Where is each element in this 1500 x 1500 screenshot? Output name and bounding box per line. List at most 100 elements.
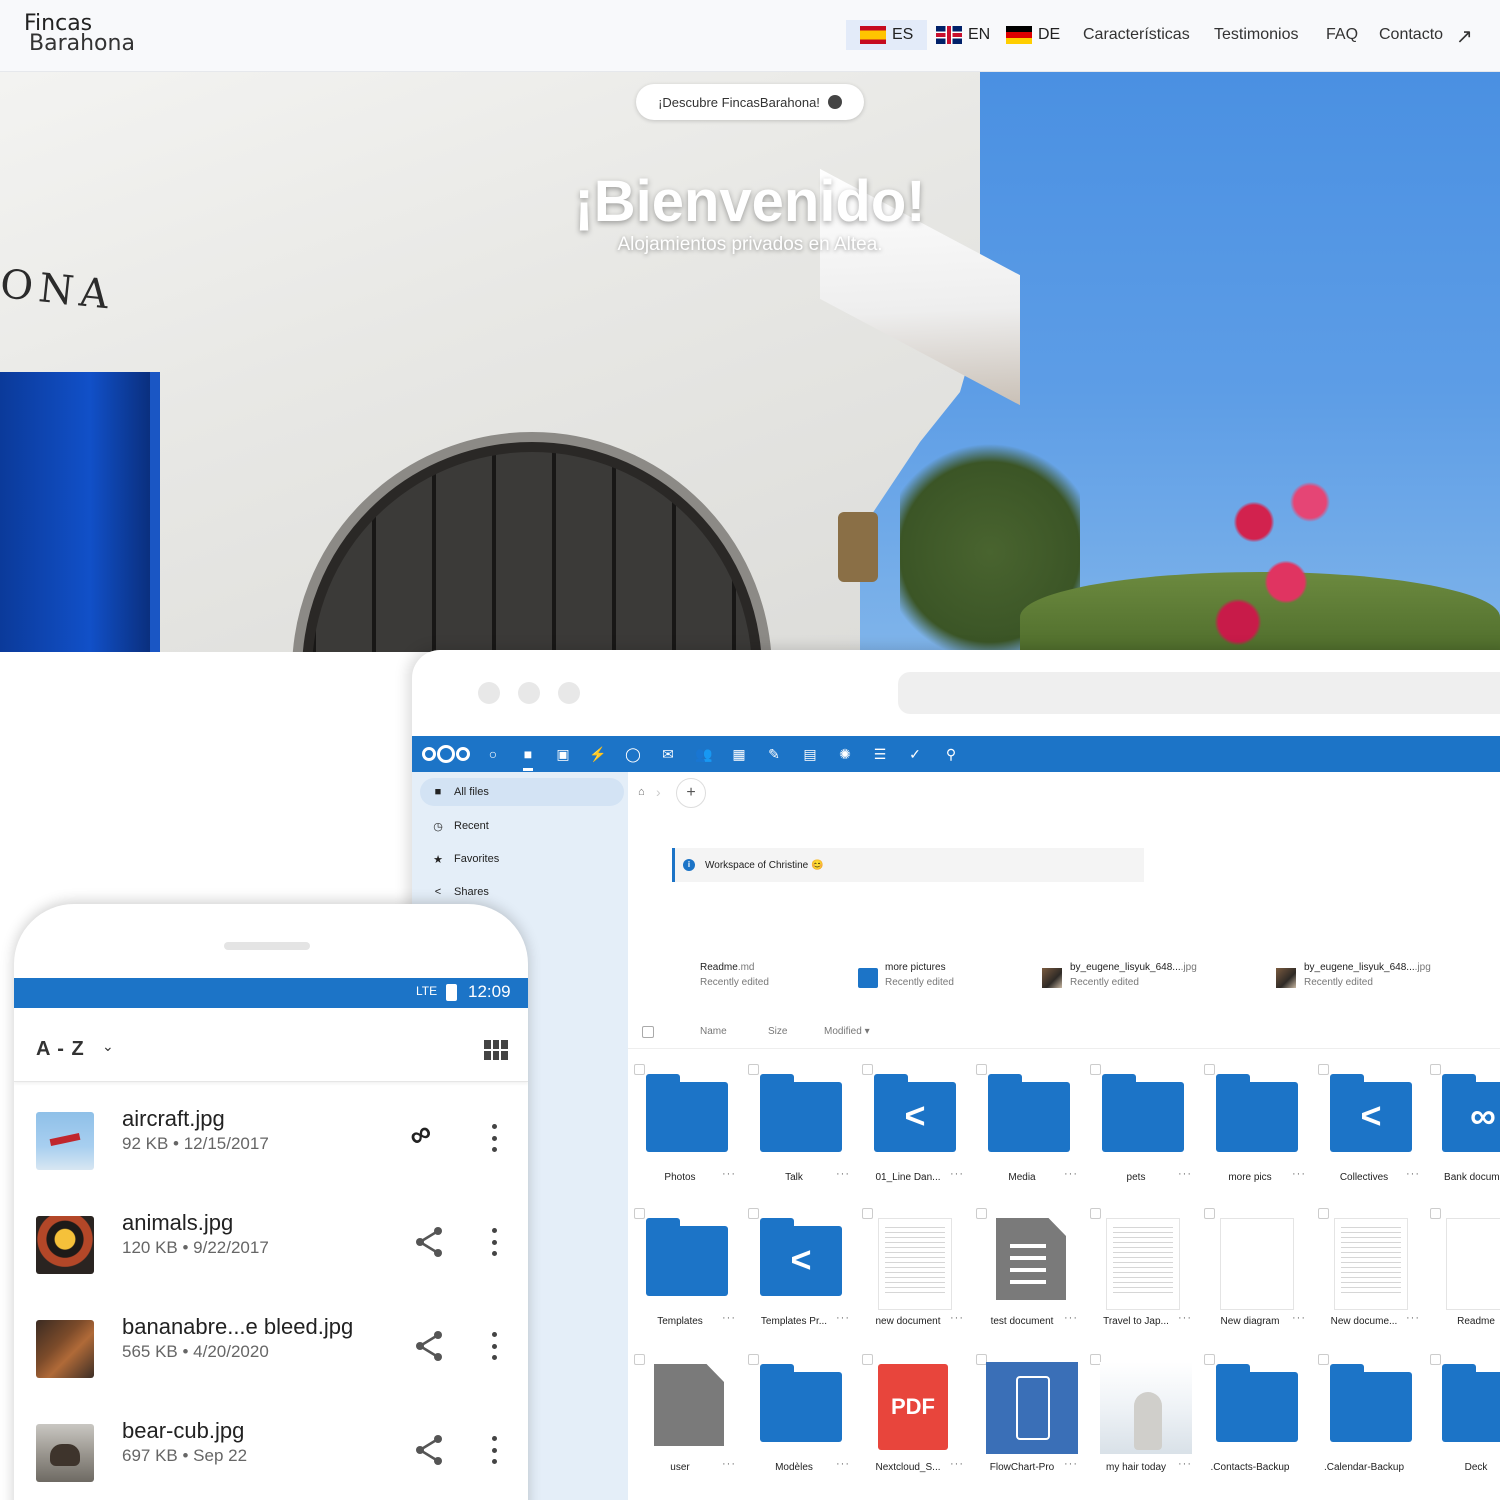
file-checkbox[interactable] xyxy=(1430,1354,1441,1365)
sidebar-item-all-files[interactable]: ■ All files xyxy=(420,778,624,806)
file-tile[interactable]: < 01_Line Dan... ··· xyxy=(860,1062,974,1202)
file-tile[interactable]: Modèles ··· xyxy=(746,1352,860,1492)
sidebar-item-favorites[interactable]: ★ Favorites xyxy=(420,845,624,873)
files-icon[interactable]: ■ xyxy=(519,744,537,771)
file-checkbox[interactable] xyxy=(1090,1208,1101,1219)
more-icon[interactable]: ··· xyxy=(1178,1312,1192,1324)
sidebar-item-recent[interactable]: ◷ Recent xyxy=(420,812,624,840)
file-tile[interactable]: Travel to Jap... ··· xyxy=(1088,1206,1202,1346)
file-tile[interactable]: my hair today ··· xyxy=(1088,1352,1202,1492)
file-checkbox[interactable] xyxy=(862,1208,873,1219)
share-icon[interactable] xyxy=(414,1330,444,1362)
file-checkbox[interactable] xyxy=(748,1208,759,1219)
file-tile[interactable]: new document ··· xyxy=(860,1206,974,1346)
list-item[interactable]: aircraft.jpg 92 KB • 12/15/2017 ∞ xyxy=(14,1098,528,1202)
more-icon[interactable]: ··· xyxy=(1178,1458,1192,1470)
file-checkbox[interactable] xyxy=(634,1354,645,1365)
list-item[interactable]: bear-cub.jpg 697 KB • Sep 22 xyxy=(14,1410,528,1500)
settings-icon[interactable]: ✺ xyxy=(836,744,854,764)
file-checkbox[interactable] xyxy=(748,1354,759,1365)
file-tile[interactable]: Templates ··· xyxy=(632,1206,746,1346)
photos-icon[interactable]: ▣ xyxy=(554,744,572,764)
file-checkbox[interactable] xyxy=(1318,1208,1329,1219)
file-tile[interactable]: Talk ··· xyxy=(746,1062,860,1202)
list-icon[interactable]: ☰ xyxy=(871,744,889,764)
file-checkbox[interactable] xyxy=(976,1208,987,1219)
file-checkbox[interactable] xyxy=(862,1064,873,1075)
file-tile[interactable]: test document ··· xyxy=(974,1206,1088,1346)
more-icon[interactable]: ··· xyxy=(1292,1312,1306,1324)
nav-faq[interactable]: FAQ xyxy=(1326,26,1358,44)
sort-dropdown[interactable]: A - Z xyxy=(36,1038,85,1061)
calendar-icon[interactable]: ▦ xyxy=(730,744,748,764)
file-tile[interactable]: Readme xyxy=(1428,1206,1500,1346)
recent-item[interactable]: Readme.md Recently edited xyxy=(700,962,769,988)
tasks-icon[interactable]: ✓ xyxy=(906,744,924,764)
grid-view-icon[interactable] xyxy=(484,1040,508,1060)
more-icon[interactable]: ··· xyxy=(950,1168,964,1180)
arrow-up-right-icon[interactable]: ↗ xyxy=(1456,24,1473,49)
dashboard-icon[interactable]: ○ xyxy=(484,744,502,764)
file-tile[interactable]: .Contacts-Backup xyxy=(1202,1352,1316,1492)
file-checkbox[interactable] xyxy=(1430,1208,1441,1219)
list-item[interactable]: animals.jpg 120 KB • 9/22/2017 xyxy=(14,1202,528,1306)
window-dot-3[interactable] xyxy=(558,682,580,704)
file-checkbox[interactable] xyxy=(748,1064,759,1075)
file-tile[interactable]: pets ··· xyxy=(1088,1062,1202,1202)
more-icon[interactable]: ··· xyxy=(722,1312,736,1324)
file-checkbox[interactable] xyxy=(862,1354,873,1365)
recent-item[interactable]: by_eugene_lisyuk_648....jpg Recently edi… xyxy=(1070,962,1197,988)
more-icon[interactable]: ··· xyxy=(1178,1168,1192,1180)
nav-contacto[interactable]: Contacto xyxy=(1379,26,1443,44)
discover-pill-button[interactable]: ¡Descubre FincasBarahona! xyxy=(636,84,864,120)
notes-icon[interactable]: ✎ xyxy=(765,744,783,764)
file-checkbox[interactable] xyxy=(634,1208,645,1219)
column-size[interactable]: Size xyxy=(768,1026,787,1037)
nav-testimonios[interactable]: Testimonios xyxy=(1214,26,1298,44)
file-checkbox[interactable] xyxy=(1318,1354,1329,1365)
more-icon[interactable]: ··· xyxy=(950,1312,964,1324)
list-item[interactable]: bananabre...e bleed.jpg 565 KB • 4/20/20… xyxy=(14,1306,528,1410)
deck-icon[interactable]: ▤ xyxy=(801,744,819,764)
file-checkbox[interactable] xyxy=(1204,1064,1215,1075)
more-icon[interactable]: ··· xyxy=(836,1458,850,1470)
file-checkbox[interactable] xyxy=(1318,1064,1329,1075)
link-icon[interactable]: ∞ xyxy=(403,1115,439,1155)
url-bar[interactable] xyxy=(898,672,1500,714)
file-tile[interactable]: < Collectives ··· xyxy=(1316,1062,1430,1202)
activity-icon[interactable]: ⚡ xyxy=(589,744,607,764)
file-checkbox[interactable] xyxy=(1430,1064,1441,1075)
file-checkbox[interactable] xyxy=(1090,1064,1101,1075)
file-tile[interactable]: PDF Nextcloud_S... ··· xyxy=(860,1352,974,1492)
lang-es-button[interactable]: ES xyxy=(846,20,928,50)
window-dot-1[interactable] xyxy=(478,682,500,704)
file-checkbox[interactable] xyxy=(634,1064,645,1075)
file-checkbox[interactable] xyxy=(1204,1208,1215,1219)
more-icon[interactable]: ··· xyxy=(1406,1168,1420,1180)
kebab-menu-icon[interactable] xyxy=(492,1436,498,1464)
share-icon[interactable] xyxy=(414,1226,444,1258)
more-icon[interactable]: ··· xyxy=(836,1168,850,1180)
share-icon[interactable] xyxy=(414,1434,444,1466)
more-icon[interactable]: ··· xyxy=(722,1168,736,1180)
more-icon[interactable]: ··· xyxy=(1064,1168,1078,1180)
maps-icon[interactable]: ⚲ xyxy=(942,744,960,764)
site-logo[interactable]: Fincas Barahona xyxy=(24,13,135,55)
nav-caracteristicas[interactable]: Características xyxy=(1083,26,1190,44)
file-checkbox[interactable] xyxy=(1204,1354,1215,1365)
file-tile[interactable]: New docume... ··· xyxy=(1316,1206,1430,1346)
file-tile[interactable]: .Calendar-Backup xyxy=(1316,1352,1430,1492)
talk-icon[interactable]: ◯ xyxy=(624,744,642,764)
kebab-menu-icon[interactable] xyxy=(492,1228,498,1256)
mail-icon[interactable]: ✉ xyxy=(659,744,677,764)
file-checkbox[interactable] xyxy=(976,1064,987,1075)
file-tile[interactable]: Media ··· xyxy=(974,1062,1088,1202)
more-icon[interactable]: ··· xyxy=(836,1312,850,1324)
more-icon[interactable]: ··· xyxy=(950,1458,964,1470)
add-button[interactable]: + xyxy=(676,778,706,808)
file-tile[interactable]: New diagram ··· xyxy=(1202,1206,1316,1346)
nextcloud-logo-icon[interactable] xyxy=(422,745,470,763)
kebab-menu-icon[interactable] xyxy=(492,1124,498,1152)
recent-item[interactable]: more pictures Recently edited xyxy=(885,962,954,988)
workspace-banner[interactable]: i Workspace of Christine 😊 xyxy=(672,848,1144,882)
